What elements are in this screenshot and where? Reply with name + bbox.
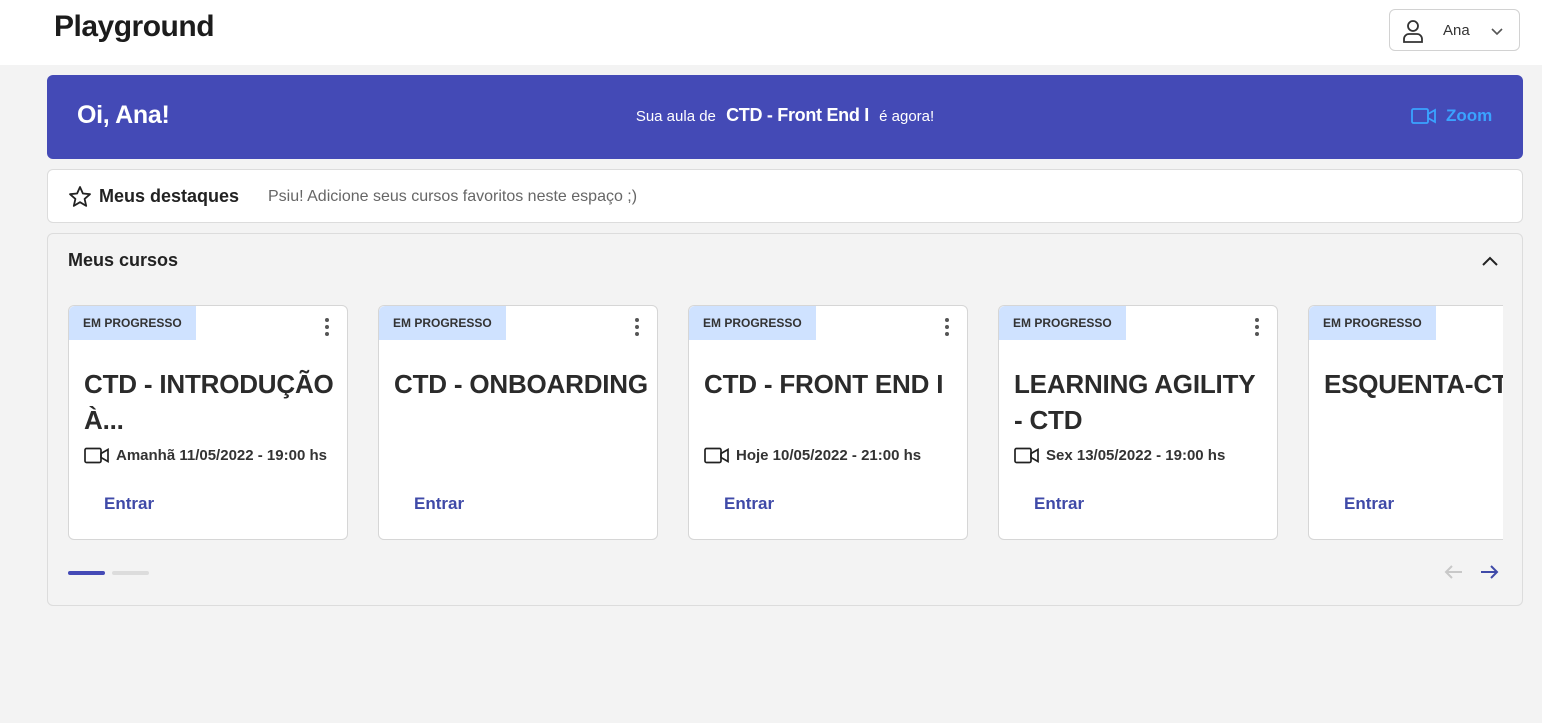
user-name: Ana: [1443, 22, 1470, 39]
video-camera-icon: [704, 447, 729, 464]
highlights-panel: Meus destaques Psiu! Adicione seus curso…: [47, 169, 1523, 223]
enter-course-link[interactable]: Entrar: [414, 494, 464, 514]
chevron-down-icon: [1491, 28, 1503, 36]
live-class-banner: Oi, Ana! Sua aula de CTD - Front End I é…: [47, 75, 1523, 159]
live-class-course: CTD - Front End I: [726, 105, 869, 125]
more-vertical-icon[interactable]: [317, 316, 337, 338]
user-icon: [1403, 20, 1423, 43]
video-camera-icon: [1014, 447, 1039, 464]
course-schedule: Amanhã 11/05/2022 - 19:00 hs: [116, 447, 327, 464]
my-courses-panel: Meus cursos EM PROGRESSO CTD - INTRODUÇÃ…: [47, 233, 1523, 606]
course-card[interactable]: EM PROGRESSO CTD - ONBOARDING Entrar: [378, 305, 658, 540]
highlights-hint: Psiu! Adicione seus cursos favoritos nes…: [268, 188, 638, 205]
pagination-dot[interactable]: [112, 571, 149, 575]
arrow-left-icon[interactable]: [1442, 560, 1466, 584]
status-badge: EM PROGRESSO: [1309, 306, 1436, 340]
status-badge: EM PROGRESSO: [379, 306, 506, 340]
course-name: CTD - INTRODUÇÃO À...: [84, 369, 334, 435]
star-outline-icon[interactable]: [68, 185, 92, 209]
user-menu-button[interactable]: Ana: [1389, 9, 1520, 51]
video-camera-icon: [84, 447, 109, 464]
highlights-title: Meus destaques: [99, 186, 240, 206]
more-vertical-icon[interactable]: [627, 316, 647, 338]
course-card[interactable]: EM PROGRESSO CTD - FRONT END I Hoje 10/0…: [688, 305, 968, 540]
brand-logo[interactable]: Playground: [54, 10, 215, 44]
video-camera-icon: [1411, 108, 1436, 124]
enter-course-link[interactable]: Entrar: [1034, 494, 1084, 514]
top-bar: Playground Ana: [0, 0, 1542, 65]
course-name: LEARNING AGILITY - CTD: [1014, 369, 1255, 435]
status-badge: EM PROGRESSO: [999, 306, 1126, 340]
arrow-right-icon[interactable]: [1477, 560, 1501, 584]
live-class-text-after: é agora!: [879, 108, 935, 125]
chevron-up-icon[interactable]: [1478, 250, 1502, 274]
course-card[interactable]: EM PROGRESSO LEARNING AGILITY - CTD Sex …: [998, 305, 1278, 540]
status-badge: EM PROGRESSO: [689, 306, 816, 340]
course-name: ESQUENTA-CTD: [1324, 369, 1503, 399]
enter-course-link[interactable]: Entrar: [724, 494, 774, 514]
carousel-pagination: [68, 571, 150, 575]
more-vertical-icon[interactable]: [937, 316, 957, 338]
pagination-dot-active[interactable]: [68, 571, 105, 575]
live-class-text-before: Sua aula de: [635, 108, 716, 125]
course-schedule: Hoje 10/05/2022 - 21:00 hs: [736, 447, 922, 464]
more-vertical-icon[interactable]: [1247, 316, 1267, 338]
course-name: CTD - FRONT END I: [704, 369, 944, 399]
status-badge: EM PROGRESSO: [69, 306, 196, 340]
course-card[interactable]: EM PROGRESSO ESQUENTA-CTD Entrar: [1308, 305, 1503, 540]
enter-course-link[interactable]: Entrar: [1344, 494, 1394, 514]
live-class-message: Sua aula de CTD - Front End I é agora!: [47, 105, 1523, 126]
my-courses-title: Meus cursos: [68, 250, 179, 270]
zoom-label: Zoom: [1446, 106, 1493, 125]
course-carousel: EM PROGRESSO CTD - INTRODUÇÃO À... Amanh…: [68, 305, 1503, 541]
course-schedule: Sex 13/05/2022 - 19:00 hs: [1046, 447, 1226, 464]
enter-course-link[interactable]: Entrar: [104, 494, 154, 514]
course-name: CTD - ONBOARDING: [394, 369, 648, 399]
course-card[interactable]: EM PROGRESSO CTD - INTRODUÇÃO À... Amanh…: [68, 305, 348, 540]
